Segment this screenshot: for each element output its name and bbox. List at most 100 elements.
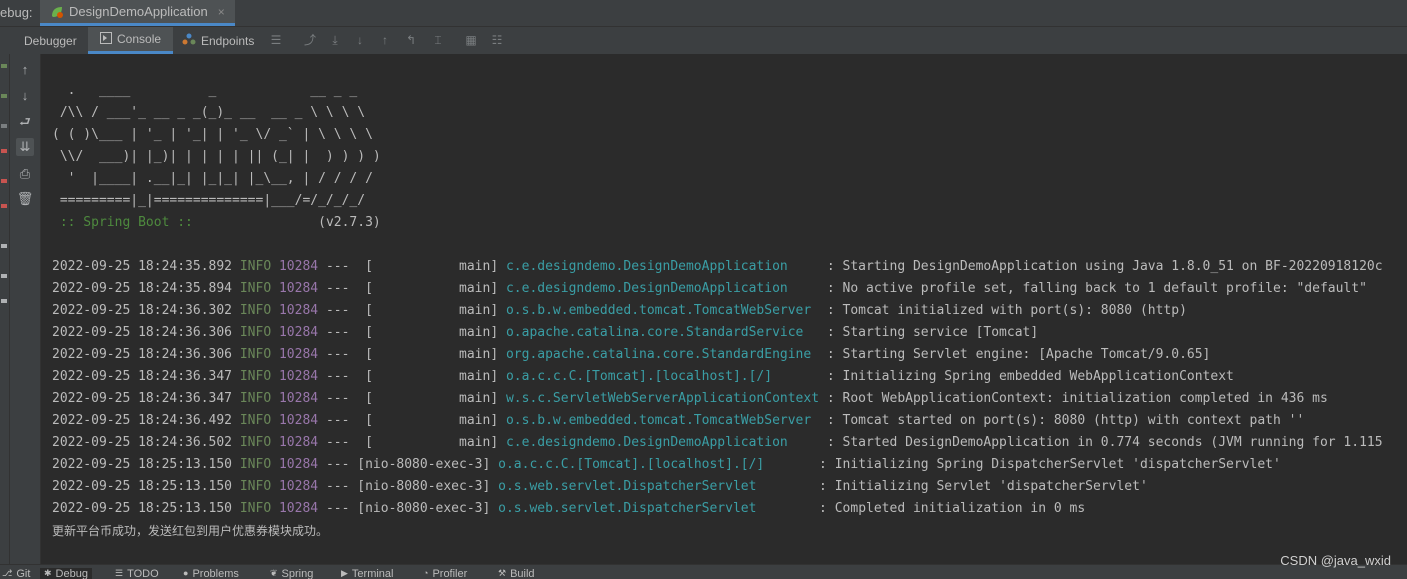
log-line: 2022-09-25 18:24:36.492 INFO 10284 --- [… (52, 410, 1304, 432)
run-to-cursor-icon[interactable]: ↰ (403, 32, 419, 48)
tab-endpoints[interactable]: Endpoints (176, 27, 260, 54)
log-message: : Initializing Spring DispatcherServlet … (811, 457, 1281, 472)
rerun-icon[interactable] (1, 64, 7, 68)
log-pid: 10284 (278, 303, 319, 318)
stop-icon[interactable] (1, 149, 7, 153)
tool-tab-spring[interactable]: ❦ Spring (270, 568, 313, 579)
banner-line: . ____ _ __ _ _ (52, 83, 358, 98)
log-thread: --- [nio-8080-exec-3] (325, 501, 491, 516)
log-timestamp: 2022-09-25 18:24:35.894 (52, 281, 233, 296)
log-timestamp: 2022-09-25 18:24:35.892 (52, 259, 233, 274)
log-pid: 10284 (278, 435, 319, 450)
tab-endpoints-label: Endpoints (201, 33, 255, 48)
log-message: : No active profile set, falling back to… (819, 281, 1367, 296)
down-arrow-icon[interactable]: ↓ (16, 87, 34, 105)
log-pid: 10284 (278, 501, 319, 516)
log-timestamp: 2022-09-25 18:25:13.150 (52, 501, 233, 516)
up-arrow-icon[interactable]: ↑ (16, 61, 34, 79)
git-icon: ⎇ (2, 568, 13, 578)
mute-breakpoints-icon[interactable] (1, 204, 7, 208)
tab-console[interactable]: Console (88, 27, 174, 54)
watermark: CSDN @java_wxid (1280, 553, 1391, 568)
log-line: 2022-09-25 18:25:13.150 INFO 10284 --- [… (52, 454, 1281, 476)
log-level: INFO (239, 281, 272, 296)
tool-window-bar: ⎇ Git ✱ Debug ☰ TODO ● Problems ❦ Spring ▶ Ter… (0, 564, 1407, 579)
trash-icon[interactable]: 🗑 (16, 190, 34, 208)
pause-icon[interactable] (1, 124, 7, 128)
tool-tab-label: Spring (281, 568, 314, 579)
log-thread: --- [nio-8080-exec-3] (325, 457, 491, 472)
log-logger: org.apache.catalina.core.StandardEngine (505, 347, 820, 362)
breakpoints-icon[interactable] (1, 179, 7, 183)
tool-tab-todo[interactable]: ☰ TODO (115, 568, 159, 579)
print-icon[interactable]: ⎙ (16, 165, 34, 183)
spring-app-icon (50, 5, 64, 19)
step-into-icon[interactable]: ↓ (352, 32, 368, 48)
log-message: : Initializing Spring embedded WebApplic… (819, 369, 1234, 384)
log-level: INFO (239, 259, 272, 274)
log-timestamp: 2022-09-25 18:25:13.150 (52, 457, 233, 472)
close-icon[interactable]: × (218, 5, 225, 19)
log-logger: o.s.web.servlet.DispatcherServlet (498, 479, 812, 494)
tab-debugger[interactable]: Debugger (14, 27, 87, 54)
tool-tab-problems[interactable]: ● Problems (183, 568, 239, 579)
banner-line: =========|_|==============|___/=/_/_/_/ (52, 193, 366, 208)
log-thread: --- [nio-8080-exec-3] (325, 479, 491, 494)
log-pid: 10284 (278, 347, 319, 362)
log-message: : Tomcat started on port(s): 8080 (http)… (819, 413, 1305, 428)
menu-icon[interactable]: ☰ (268, 32, 284, 48)
tool-tab-terminal[interactable]: ▶ Terminal (341, 568, 394, 579)
step-out-icon[interactable]: ↑ (377, 32, 393, 48)
log-logger: o.s.b.w.embedded.tomcat.TomcatWebServer (505, 303, 820, 318)
log-level: INFO (239, 347, 272, 362)
tool-tab-profiler[interactable]: ◔ Profiler (423, 568, 467, 579)
table-icon[interactable]: ▦ (463, 32, 479, 48)
log-line: 2022-09-25 18:24:35.892 INFO 10284 --- [… (52, 256, 1383, 278)
evaluate-icon[interactable]: ⌶ (430, 32, 446, 48)
problems-icon: ● (183, 568, 189, 578)
debug-icon: ✱ (44, 568, 52, 578)
log-timestamp: 2022-09-25 18:24:36.492 (52, 413, 233, 428)
log-logger: o.s.web.servlet.DispatcherServlet (498, 501, 812, 516)
log-pid: 10284 (278, 259, 319, 274)
log-logger: o.a.c.c.C.[Tomcat].[localhost].[/] (505, 369, 820, 384)
console-output[interactable]: . ____ _ __ _ _ /\\ / ___'_ __ _ _(_)_ _… (41, 54, 1407, 564)
log-level: INFO (239, 391, 272, 406)
more-icon[interactable] (1, 299, 7, 303)
console-icon (100, 31, 112, 47)
run-config-tab[interactable]: DesignDemoApplication × (40, 0, 235, 26)
log-timestamp: 2022-09-25 18:24:36.306 (52, 347, 233, 362)
step-over-icon[interactable]: ⤓ (327, 32, 343, 48)
log-level: INFO (239, 501, 272, 516)
tool-tab-debug[interactable]: ✱ Debug (40, 568, 92, 579)
log-thread: --- [ main] (325, 391, 499, 406)
soft-wrap-icon[interactable]: ⮐ (16, 113, 34, 131)
spring-icon: ❦ (270, 568, 278, 578)
log-line: 2022-09-25 18:24:36.306 INFO 10284 --- [… (52, 322, 1038, 344)
log-thread: --- [ main] (325, 325, 499, 340)
debug-toolbar: Debugger Console Endpoints ☰ ⤴ ⤓ ↓ ↑ ↰ ⌶… (0, 27, 1407, 55)
tool-tab-label: Terminal (351, 568, 394, 579)
pin-icon[interactable] (1, 274, 7, 278)
tool-tab-git[interactable]: ⎇ Git (2, 568, 30, 579)
log-timestamp: 2022-09-25 18:24:36.347 (52, 369, 233, 384)
settings-icon[interactable]: ☷ (489, 32, 505, 48)
log-pid: 10284 (278, 369, 319, 384)
tool-tab-build[interactable]: ⚒ Build (498, 568, 535, 579)
log-timestamp: 2022-09-25 18:24:36.306 (52, 325, 233, 340)
banner-line: \\/ ___)| |_)| | | | | || (_| | ) ) ) ) (52, 149, 381, 164)
log-timestamp: 2022-09-25 18:24:36.302 (52, 303, 233, 318)
layout-icon[interactable] (1, 244, 7, 248)
debug-tab-bar: ebug: DesignDemoApplication × (0, 0, 1407, 27)
resume-icon[interactable] (1, 94, 7, 98)
build-icon: ⚒ (498, 568, 507, 578)
tool-tab-label: Profiler (432, 568, 468, 579)
spring-boot-label: :: Spring Boot :: (52, 215, 201, 230)
scroll-to-end-icon[interactable]: ⇊ (16, 138, 34, 156)
profiler-icon: ◔ (423, 568, 429, 578)
log-level: INFO (239, 413, 272, 428)
show-execution-point-icon[interactable]: ⤴ (302, 32, 318, 48)
log-thread: --- [ main] (325, 369, 499, 384)
log-line: 2022-09-25 18:25:13.150 INFO 10284 --- [… (52, 476, 1148, 498)
log-level: INFO (239, 435, 272, 450)
